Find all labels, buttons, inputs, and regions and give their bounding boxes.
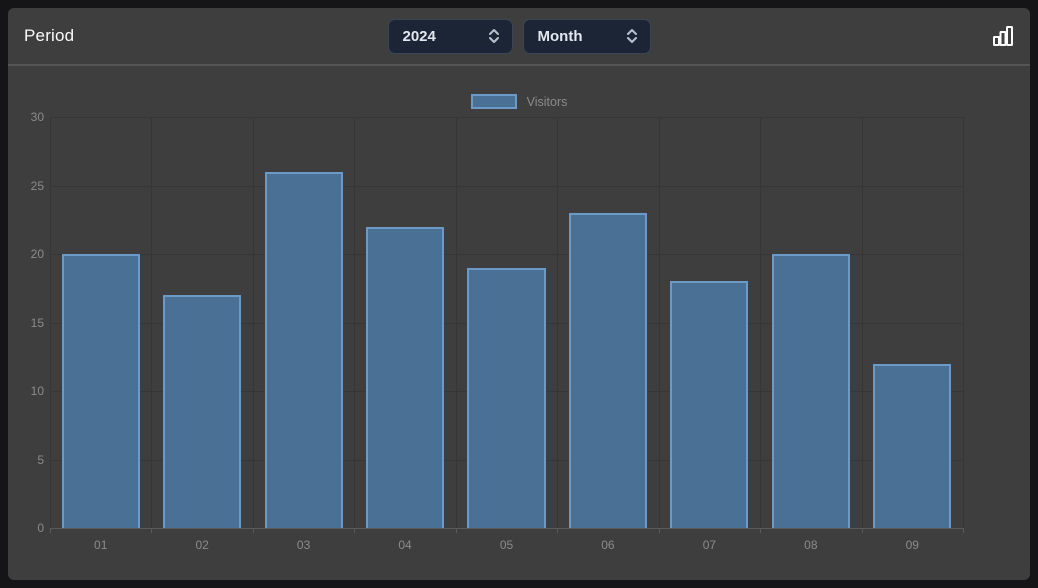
- y-tick-label: 0: [37, 521, 44, 535]
- x-tick-label: 03: [297, 538, 310, 552]
- gridline-vertical: [456, 117, 457, 528]
- x-tick-label: 07: [703, 538, 716, 552]
- x-axis-tick: [963, 528, 964, 533]
- y-tick-label: 15: [31, 316, 44, 330]
- page-title: Period: [24, 26, 74, 46]
- header-left: Period: [24, 26, 388, 46]
- bar-chart-icon[interactable]: [992, 25, 1014, 47]
- legend-swatch: [471, 94, 517, 109]
- bar-09[interactable]: [873, 364, 951, 528]
- x-tick-label: 06: [601, 538, 614, 552]
- y-tick-label: 30: [31, 110, 44, 124]
- bar-04[interactable]: [366, 227, 444, 528]
- x-axis-tick: [760, 528, 761, 533]
- year-select[interactable]: 2024: [388, 19, 513, 54]
- x-axis-tick: [151, 528, 152, 533]
- x-axis-labels: 01 02 03 04 05 06 07 08 09: [50, 538, 963, 558]
- up-down-chevron-icon: [625, 28, 639, 44]
- gridline-vertical: [151, 117, 152, 528]
- plot-area: [50, 117, 963, 528]
- app-background: Period 2024 Month: [0, 0, 1038, 588]
- x-axis-tick: [557, 528, 558, 533]
- period-panel: Period 2024 Month: [8, 8, 1030, 580]
- gridline-vertical: [253, 117, 254, 528]
- gridline-horizontal: [50, 186, 963, 187]
- panel-header: Period 2024 Month: [8, 8, 1030, 66]
- header-controls: 2024 Month: [388, 19, 651, 54]
- bar-08[interactable]: [772, 254, 850, 528]
- x-axis-tick: [253, 528, 254, 533]
- gridline-horizontal: [50, 117, 963, 118]
- y-tick-label: 20: [31, 247, 44, 261]
- up-down-chevron-icon: [487, 28, 501, 44]
- x-axis-line: [50, 528, 963, 529]
- x-tick-label: 04: [398, 538, 411, 552]
- bar-05[interactable]: [467, 268, 545, 528]
- gridline-vertical: [963, 117, 964, 528]
- x-tick-label: 09: [906, 538, 919, 552]
- x-tick-label: 02: [195, 538, 208, 552]
- x-axis-tick: [456, 528, 457, 533]
- y-tick-label: 5: [37, 453, 44, 467]
- gridline-vertical: [862, 117, 863, 528]
- x-tick-label: 01: [94, 538, 107, 552]
- gridline-vertical: [659, 117, 660, 528]
- header-right: [651, 25, 1015, 47]
- x-axis-tick: [862, 528, 863, 533]
- x-axis-tick: [354, 528, 355, 533]
- gridline-vertical: [557, 117, 558, 528]
- bar-06[interactable]: [569, 213, 647, 528]
- legend: Visitors: [8, 94, 1030, 109]
- bar-02[interactable]: [163, 295, 241, 528]
- gridline-vertical: [354, 117, 355, 528]
- granularity-select-value: Month: [538, 28, 583, 45]
- y-axis-labels: 051015202530: [8, 117, 44, 528]
- y-tick-label: 10: [31, 384, 44, 398]
- granularity-select[interactable]: Month: [523, 19, 651, 54]
- bar-01[interactable]: [62, 254, 140, 528]
- legend-label: Visitors: [527, 95, 568, 109]
- x-axis-tick: [659, 528, 660, 533]
- gridline-vertical: [50, 117, 51, 528]
- x-tick-label: 08: [804, 538, 817, 552]
- y-tick-label: 25: [31, 179, 44, 193]
- gridline-vertical: [760, 117, 761, 528]
- chart-area: Visitors 051015202530 010203040506070809: [8, 68, 1030, 580]
- x-tick-label: 05: [500, 538, 513, 552]
- bar-07[interactable]: [670, 281, 748, 528]
- x-axis-tick: [50, 528, 51, 533]
- year-select-value: 2024: [403, 28, 436, 45]
- bar-03[interactable]: [265, 172, 343, 528]
